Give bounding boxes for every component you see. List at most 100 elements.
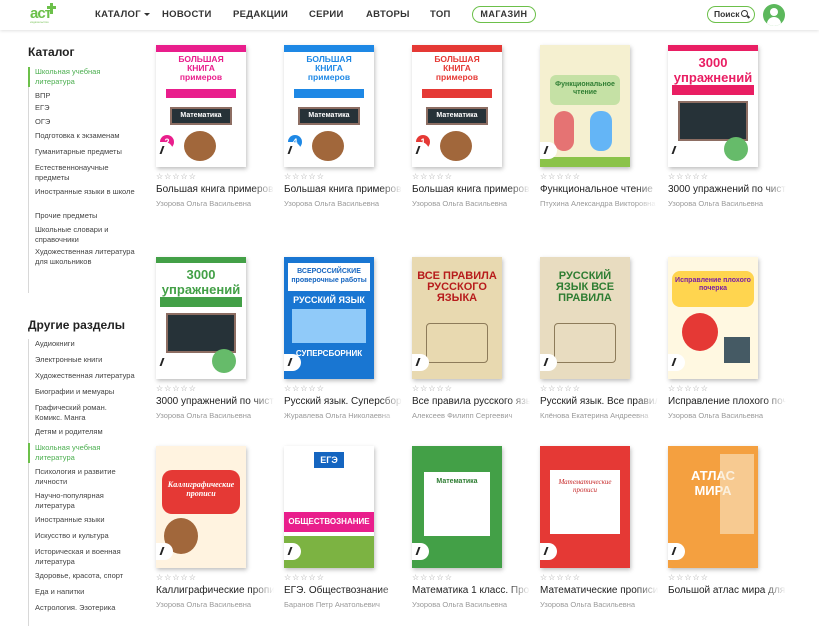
search-button[interactable]: Поиск xyxy=(707,6,755,23)
logo-cross-icon xyxy=(47,3,56,14)
other-section-item[interactable]: Научно-популярная литература xyxy=(35,491,135,511)
user-avatar-icon[interactable] xyxy=(763,4,785,26)
text-fade xyxy=(252,583,274,611)
catalog-item[interactable]: Прочие предметы xyxy=(35,211,135,221)
book-cover[interactable]: 3000 упражнений xyxy=(668,45,758,167)
book-cover[interactable]: Математика xyxy=(412,446,502,568)
rating-stars-icon[interactable]: ☆☆☆☆☆ xyxy=(412,172,453,181)
rating-stars-icon[interactable]: ☆☆☆☆☆ xyxy=(156,172,197,181)
catalog-item[interactable]: Подготовка к экзаменам xyxy=(35,131,135,141)
catalog-item[interactable]: ОГЭ xyxy=(35,117,135,127)
other-section-item[interactable]: Аудиокниги xyxy=(35,339,135,349)
rating-stars-icon[interactable]: ☆☆☆☆☆ xyxy=(412,573,453,582)
audio-icon xyxy=(284,543,301,560)
text-fade xyxy=(636,182,658,210)
nav-authors[interactable]: АВТОРЫ xyxy=(366,9,410,20)
rating-stars-icon[interactable]: ☆☆☆☆☆ xyxy=(156,573,197,582)
book-cover[interactable]: БОЛЬШАЯКНИГАпримеров Математика 2 xyxy=(156,45,246,167)
audio-icon xyxy=(156,142,173,159)
audio-icon xyxy=(668,354,685,371)
text-fade xyxy=(636,394,658,422)
other-section-item[interactable]: Графический роман. Комикс. Манга xyxy=(35,403,135,423)
rating-stars-icon[interactable]: ☆☆☆☆☆ xyxy=(668,172,709,181)
book-cover[interactable]: БОЛЬШАЯКНИГАпримеров Математика 4 xyxy=(284,45,374,167)
nav-news[interactable]: НОВОСТИ xyxy=(162,9,212,20)
rating-stars-icon[interactable]: ☆☆☆☆☆ xyxy=(284,384,325,393)
nav-top[interactable]: ТОП xyxy=(430,9,451,20)
top-header: аст издательство КАТАЛОГ НОВОСТИ РЕДАКЦИ… xyxy=(0,0,819,30)
text-fade xyxy=(508,394,530,422)
rating-stars-icon[interactable]: ☆☆☆☆☆ xyxy=(540,172,581,181)
other-sections-heading: Другие разделы xyxy=(28,318,126,332)
book-cover[interactable]: БОЛЬШАЯКНИГАпримеров Математика 1 xyxy=(412,45,502,167)
other-section-item[interactable]: Еда и напитки xyxy=(35,587,135,597)
book-cover[interactable]: РУССКИЙ ЯЗЫК ВСЕ ПРАВИЛА xyxy=(540,257,630,379)
other-section-item[interactable]: Биографии и мемуары xyxy=(35,387,135,397)
other-section-item[interactable]: Историческая и военная литература xyxy=(35,547,135,567)
book-cover[interactable]: ВСЕ ПРАВИЛА РУССКОГО ЯЗЫКА xyxy=(412,257,502,379)
audio-icon xyxy=(156,354,173,371)
catalog-list: Школьная учебная литература ВПР ЕГЭ ОГЭ Подг… xyxy=(28,67,135,293)
book-cover[interactable]: Функциональное чтение xyxy=(540,45,630,167)
catalog-item[interactable]: Естественнонаучные предметы xyxy=(35,163,135,183)
catalog-item[interactable]: Школьная учебная литература xyxy=(35,67,135,87)
nav-catalog[interactable]: КАТАЛОГ xyxy=(95,9,150,20)
other-section-item[interactable]: Художественная литература xyxy=(35,371,135,381)
catalog-item[interactable]: ВПР xyxy=(35,91,135,101)
rating-stars-icon[interactable]: ☆☆☆☆☆ xyxy=(284,172,325,181)
nav-editions[interactable]: РЕДАКЦИИ xyxy=(233,9,288,20)
other-section-item[interactable]: Здоровье, красота, спорт xyxy=(35,571,135,581)
rating-stars-icon[interactable]: ☆☆☆☆☆ xyxy=(540,573,581,582)
chevron-down-icon xyxy=(143,12,150,16)
cover-label: Математические прописи xyxy=(550,470,620,534)
rating-stars-icon[interactable]: ☆☆☆☆☆ xyxy=(668,384,709,393)
catalog-item[interactable]: Школьные словари и справочники xyxy=(35,225,135,245)
rating-stars-icon[interactable]: ☆☆☆☆☆ xyxy=(156,384,197,393)
rating-stars-icon[interactable]: ☆☆☆☆☆ xyxy=(412,384,453,393)
text-fade xyxy=(636,583,658,611)
rating-stars-icon[interactable]: ☆☆☆☆☆ xyxy=(540,384,581,393)
audio-icon xyxy=(668,543,685,560)
catalog-item[interactable]: ЕГЭ xyxy=(35,103,135,113)
nav-series[interactable]: СЕРИИ xyxy=(309,9,344,20)
book-cover[interactable]: АТЛАС МИРА xyxy=(668,446,758,568)
cover-label: ОБЩЕСТВОЗНАНИЕ xyxy=(284,512,374,532)
other-section-item[interactable]: Психология и развитие личности xyxy=(35,467,135,487)
cover-label: 3000 упражнений xyxy=(673,55,753,85)
other-section-item[interactable]: Иностранные языки xyxy=(35,515,135,525)
other-section-item[interactable]: Астрология. Эзотерика xyxy=(35,603,135,613)
search-icon xyxy=(741,10,748,17)
book-cover[interactable]: ЕГЭ ОБЩЕСТВОЗНАНИЕ xyxy=(284,446,374,568)
other-section-item[interactable]: Детям и родителям xyxy=(35,427,135,437)
audio-icon xyxy=(668,142,685,159)
other-section-item[interactable]: Электронные книги xyxy=(35,355,135,365)
catalog-item[interactable]: Гуманитарные предметы xyxy=(35,147,135,157)
catalog-heading: Каталог xyxy=(28,45,75,59)
text-fade xyxy=(764,394,786,422)
cover-label: Математика xyxy=(308,112,350,119)
book-cover[interactable]: Математические прописи xyxy=(540,446,630,568)
audio-icon xyxy=(284,142,301,159)
book-cover[interactable]: ВСЕРОССИЙСКИЕ проверочные работы РУССКИЙ … xyxy=(284,257,374,379)
other-section-item[interactable]: Искусство и культура xyxy=(35,531,135,541)
cover-label: РУССКИЙ ЯЗЫК ВСЕ ПРАВИЛА xyxy=(555,270,615,304)
catalog-item[interactable]: Иностранные языки в школе xyxy=(35,187,135,197)
cover-label: РУССКИЙ ЯЗЫК xyxy=(293,295,365,305)
cover-label: Функциональное чтение xyxy=(550,75,620,105)
other-sections-list: Аудиокниги Электронные книги Художественна… xyxy=(28,339,135,626)
rating-stars-icon[interactable]: ☆☆☆☆☆ xyxy=(284,573,325,582)
audio-icon xyxy=(540,142,557,159)
site-logo[interactable]: аст издательство xyxy=(30,3,60,27)
book-cover[interactable]: Исправление плохого почерка xyxy=(668,257,758,379)
other-section-item[interactable]: Школьная учебная литература xyxy=(35,443,135,463)
text-fade xyxy=(764,583,786,611)
catalog-item[interactable]: Художественная литература для школьников xyxy=(35,247,135,267)
book-cover[interactable]: Каллиграфические прописи xyxy=(156,446,246,568)
shop-button[interactable]: МАГАЗИН xyxy=(472,6,536,23)
cover-label: Исправление плохого почерка xyxy=(672,271,754,307)
audio-icon xyxy=(156,543,173,560)
book-cover[interactable]: 3000 упражнений xyxy=(156,257,246,379)
active-indicator xyxy=(28,443,30,463)
rating-stars-icon[interactable]: ☆☆☆☆☆ xyxy=(668,573,709,582)
text-fade xyxy=(508,182,530,210)
